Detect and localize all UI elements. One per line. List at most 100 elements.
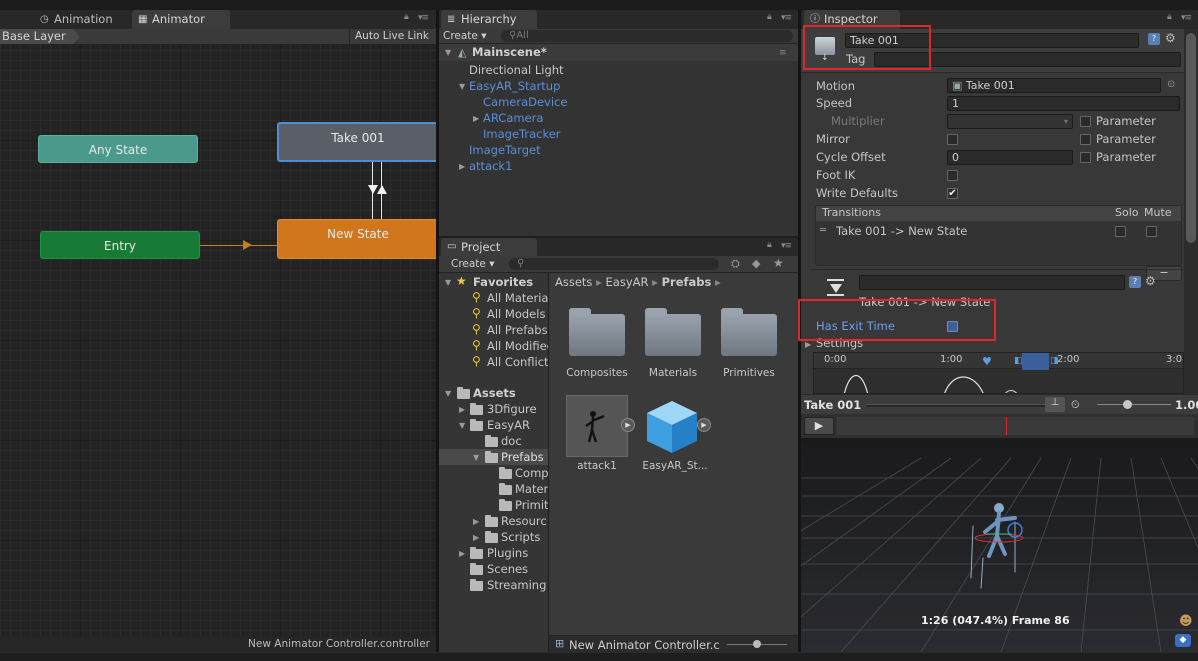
help-book-icon[interactable]: ? — [1129, 276, 1141, 288]
play-preview-icon[interactable]: ▶ — [697, 418, 711, 432]
expand-arrow-icon[interactable]: ▼ — [445, 278, 451, 287]
drag-handle-icon[interactable]: ═ — [820, 225, 826, 236]
tree-item-scenes[interactable]: Scenes — [487, 561, 528, 577]
collapse-arrow-icon[interactable]: ▶ — [459, 162, 465, 171]
inspector-scrollbar[interactable] — [1184, 29, 1198, 394]
tree-item-plugins[interactable]: Plugins — [487, 545, 528, 561]
write-defaults-checkbox[interactable]: ✔ — [947, 188, 958, 199]
panel-menu-icon[interactable]: ▾≡ — [1181, 13, 1192, 23]
collapse-arrow-icon[interactable]: ▶ — [805, 340, 811, 349]
cycle-offset-field[interactable]: 0 — [947, 150, 1073, 165]
transition-name-field[interactable] — [859, 275, 1125, 290]
transition-timeline[interactable]: 0:00 1:00 2:00 3:0 ♥ ◧ ◨ — [813, 352, 1184, 394]
auto-live-link-button[interactable]: Auto Live Link — [349, 29, 434, 44]
lock-icon[interactable]: 🔒︎ — [767, 241, 776, 250]
lock-icon[interactable]: 🔒︎ — [767, 13, 776, 22]
tree-item-easyar[interactable]: EasyAR — [487, 417, 530, 433]
expand-arrow-icon[interactable]: ▼ — [459, 82, 465, 91]
multiplier-dropdown[interactable]: ▾ — [947, 114, 1073, 129]
asset-primitives[interactable]: Primitives — [711, 367, 787, 379]
favorite-all-materials[interactable]: All Materia — [487, 290, 548, 306]
hierarchy-item-directional-light[interactable]: Directional Light — [469, 62, 564, 78]
play-preview-icon[interactable]: ▶ — [621, 418, 635, 432]
state-entry[interactable]: Entry — [40, 231, 200, 259]
play-button[interactable]: ▶ — [804, 417, 834, 435]
hierarchy-search-input[interactable]: ⚲All — [501, 30, 793, 42]
solo-checkbox[interactable] — [1115, 226, 1126, 237]
mute-checkbox[interactable] — [1146, 226, 1157, 237]
layer-breadcrumb[interactable]: Base Layer — [0, 29, 80, 44]
breadcrumb-assets[interactable]: Assets — [555, 275, 592, 289]
inspector-scrollbar-thumb[interactable] — [1186, 33, 1196, 243]
asset-easyar-startup[interactable]: EasyAR_St... — [635, 460, 715, 472]
asset-label-tag-icon[interactable]: ◆ — [1175, 634, 1191, 647]
filter-type-icon[interactable]: ⛭ — [731, 257, 740, 271]
hierarchy-item-cameradevice[interactable]: CameraDevice — [483, 94, 567, 110]
gear-icon[interactable]: ⚙︎ — [1145, 274, 1156, 288]
tree-item-scripts[interactable]: Scripts — [501, 529, 540, 545]
foot-ik-checkbox[interactable] — [947, 170, 958, 181]
cycle-offset-parameter-checkbox[interactable] — [1080, 152, 1091, 163]
hierarchy-item-imagetracker[interactable]: ImageTracker — [483, 126, 561, 142]
animator-graph[interactable]: Any State Entry Take 001 New State — [0, 45, 439, 637]
project-search-input[interactable]: ⚲ — [509, 258, 719, 270]
favorites-header[interactable]: Favorites — [473, 274, 533, 290]
expand-arrow-icon[interactable]: ▼ — [473, 453, 479, 462]
asset-materials[interactable]: Materials — [635, 367, 711, 379]
scene-menu-icon[interactable]: ≡ — [779, 48, 786, 58]
hierarchy-item-imagetarget[interactable]: ImageTarget — [469, 142, 541, 158]
filter-label-icon[interactable]: ◆ — [752, 257, 760, 270]
expand-arrow-icon[interactable]: ▼ — [445, 48, 451, 57]
preview-speed-slider-track[interactable] — [1097, 404, 1171, 405]
breadcrumb-easyar[interactable]: EasyAR — [606, 275, 649, 289]
multiplier-parameter-checkbox[interactable] — [1080, 116, 1091, 127]
tree-item-streaming-assets[interactable]: Streaming — [487, 577, 546, 593]
collapse-arrow-icon[interactable]: ▶ — [459, 405, 465, 414]
expand-arrow-icon[interactable]: ▼ — [445, 389, 451, 398]
preview-speed-slider-thumb[interactable] — [1123, 400, 1132, 409]
favorite-all-conflicted[interactable]: All Conflict — [487, 354, 548, 370]
panel-menu-icon[interactable]: ▾≡ — [781, 241, 792, 251]
hierarchy-create-button[interactable]: Create ▾ — [443, 30, 487, 42]
preview-playhead[interactable] — [1006, 417, 1007, 435]
panel-menu-icon[interactable]: ▾≡ — [418, 13, 429, 23]
hierarchy-item-easyar-startup[interactable]: EasyAR_Startup — [469, 78, 560, 94]
icon-size-slider-thumb[interactable] — [753, 640, 761, 648]
expand-arrow-icon[interactable]: ▼ — [459, 421, 465, 430]
hierarchy-item-arcamera[interactable]: ARCamera — [483, 110, 543, 126]
attack1-thumbnail[interactable] — [566, 395, 628, 457]
mirror-checkbox[interactable] — [947, 134, 958, 145]
transition-item[interactable]: Take 001 -> New State — [836, 224, 967, 238]
tree-item-3dfigure[interactable]: 3Dfigure — [487, 401, 537, 417]
favorite-all-prefabs[interactable]: All Prefabs — [487, 322, 548, 338]
tab-animator[interactable]: ▦ Animator — [132, 10, 230, 29]
tab-project[interactable]: ▭ Project — [441, 238, 537, 256]
tree-item-primitives[interactable]: Primit — [515, 497, 548, 513]
favorite-all-models[interactable]: All Models — [487, 306, 545, 322]
tree-item-prefabs[interactable]: Prefabs — [501, 449, 544, 465]
speed-field[interactable]: 1 — [947, 96, 1180, 111]
assets-header[interactable]: Assets — [473, 385, 516, 401]
state-take-001[interactable]: Take 001 — [277, 122, 439, 162]
hierarchy-item-attack1[interactable]: attack1 — [469, 158, 512, 174]
collapse-arrow-icon[interactable]: ▶ — [473, 114, 479, 123]
preview-scrubber[interactable] — [867, 404, 1045, 407]
start-marker-icon[interactable]: ◧ — [1014, 356, 1023, 366]
preview-viewport[interactable]: 1:26 (047.4%) Frame 86 ◆ ☻ — [801, 438, 1198, 652]
collapse-arrow-icon[interactable]: ▶ — [473, 533, 479, 542]
lock-icon[interactable]: 🔒︎ — [1167, 13, 1176, 22]
pivot-toggle-icon[interactable]: ⊥ — [1045, 397, 1065, 412]
tree-item-materials[interactable]: Mater — [515, 481, 548, 497]
motion-field[interactable]: ▣ Take 001 — [947, 78, 1161, 93]
avatar-icon[interactable]: ☻ — [1179, 614, 1193, 629]
mirror-parameter-checkbox[interactable] — [1080, 134, 1091, 145]
scene-name[interactable]: Mainscene* — [472, 44, 547, 60]
asset-composites[interactable]: Composites — [559, 367, 635, 379]
gear-icon[interactable]: ⚙︎ — [1165, 31, 1176, 45]
tree-item-doc[interactable]: doc — [501, 433, 522, 449]
preview-timeline[interactable] — [837, 417, 1194, 435]
folder-composites-icon[interactable] — [569, 308, 625, 356]
state-any-state[interactable]: Any State — [38, 135, 198, 163]
project-create-button[interactable]: Create ▾ — [451, 258, 495, 270]
object-picker-icon[interactable]: ⊙ — [1167, 79, 1175, 90]
